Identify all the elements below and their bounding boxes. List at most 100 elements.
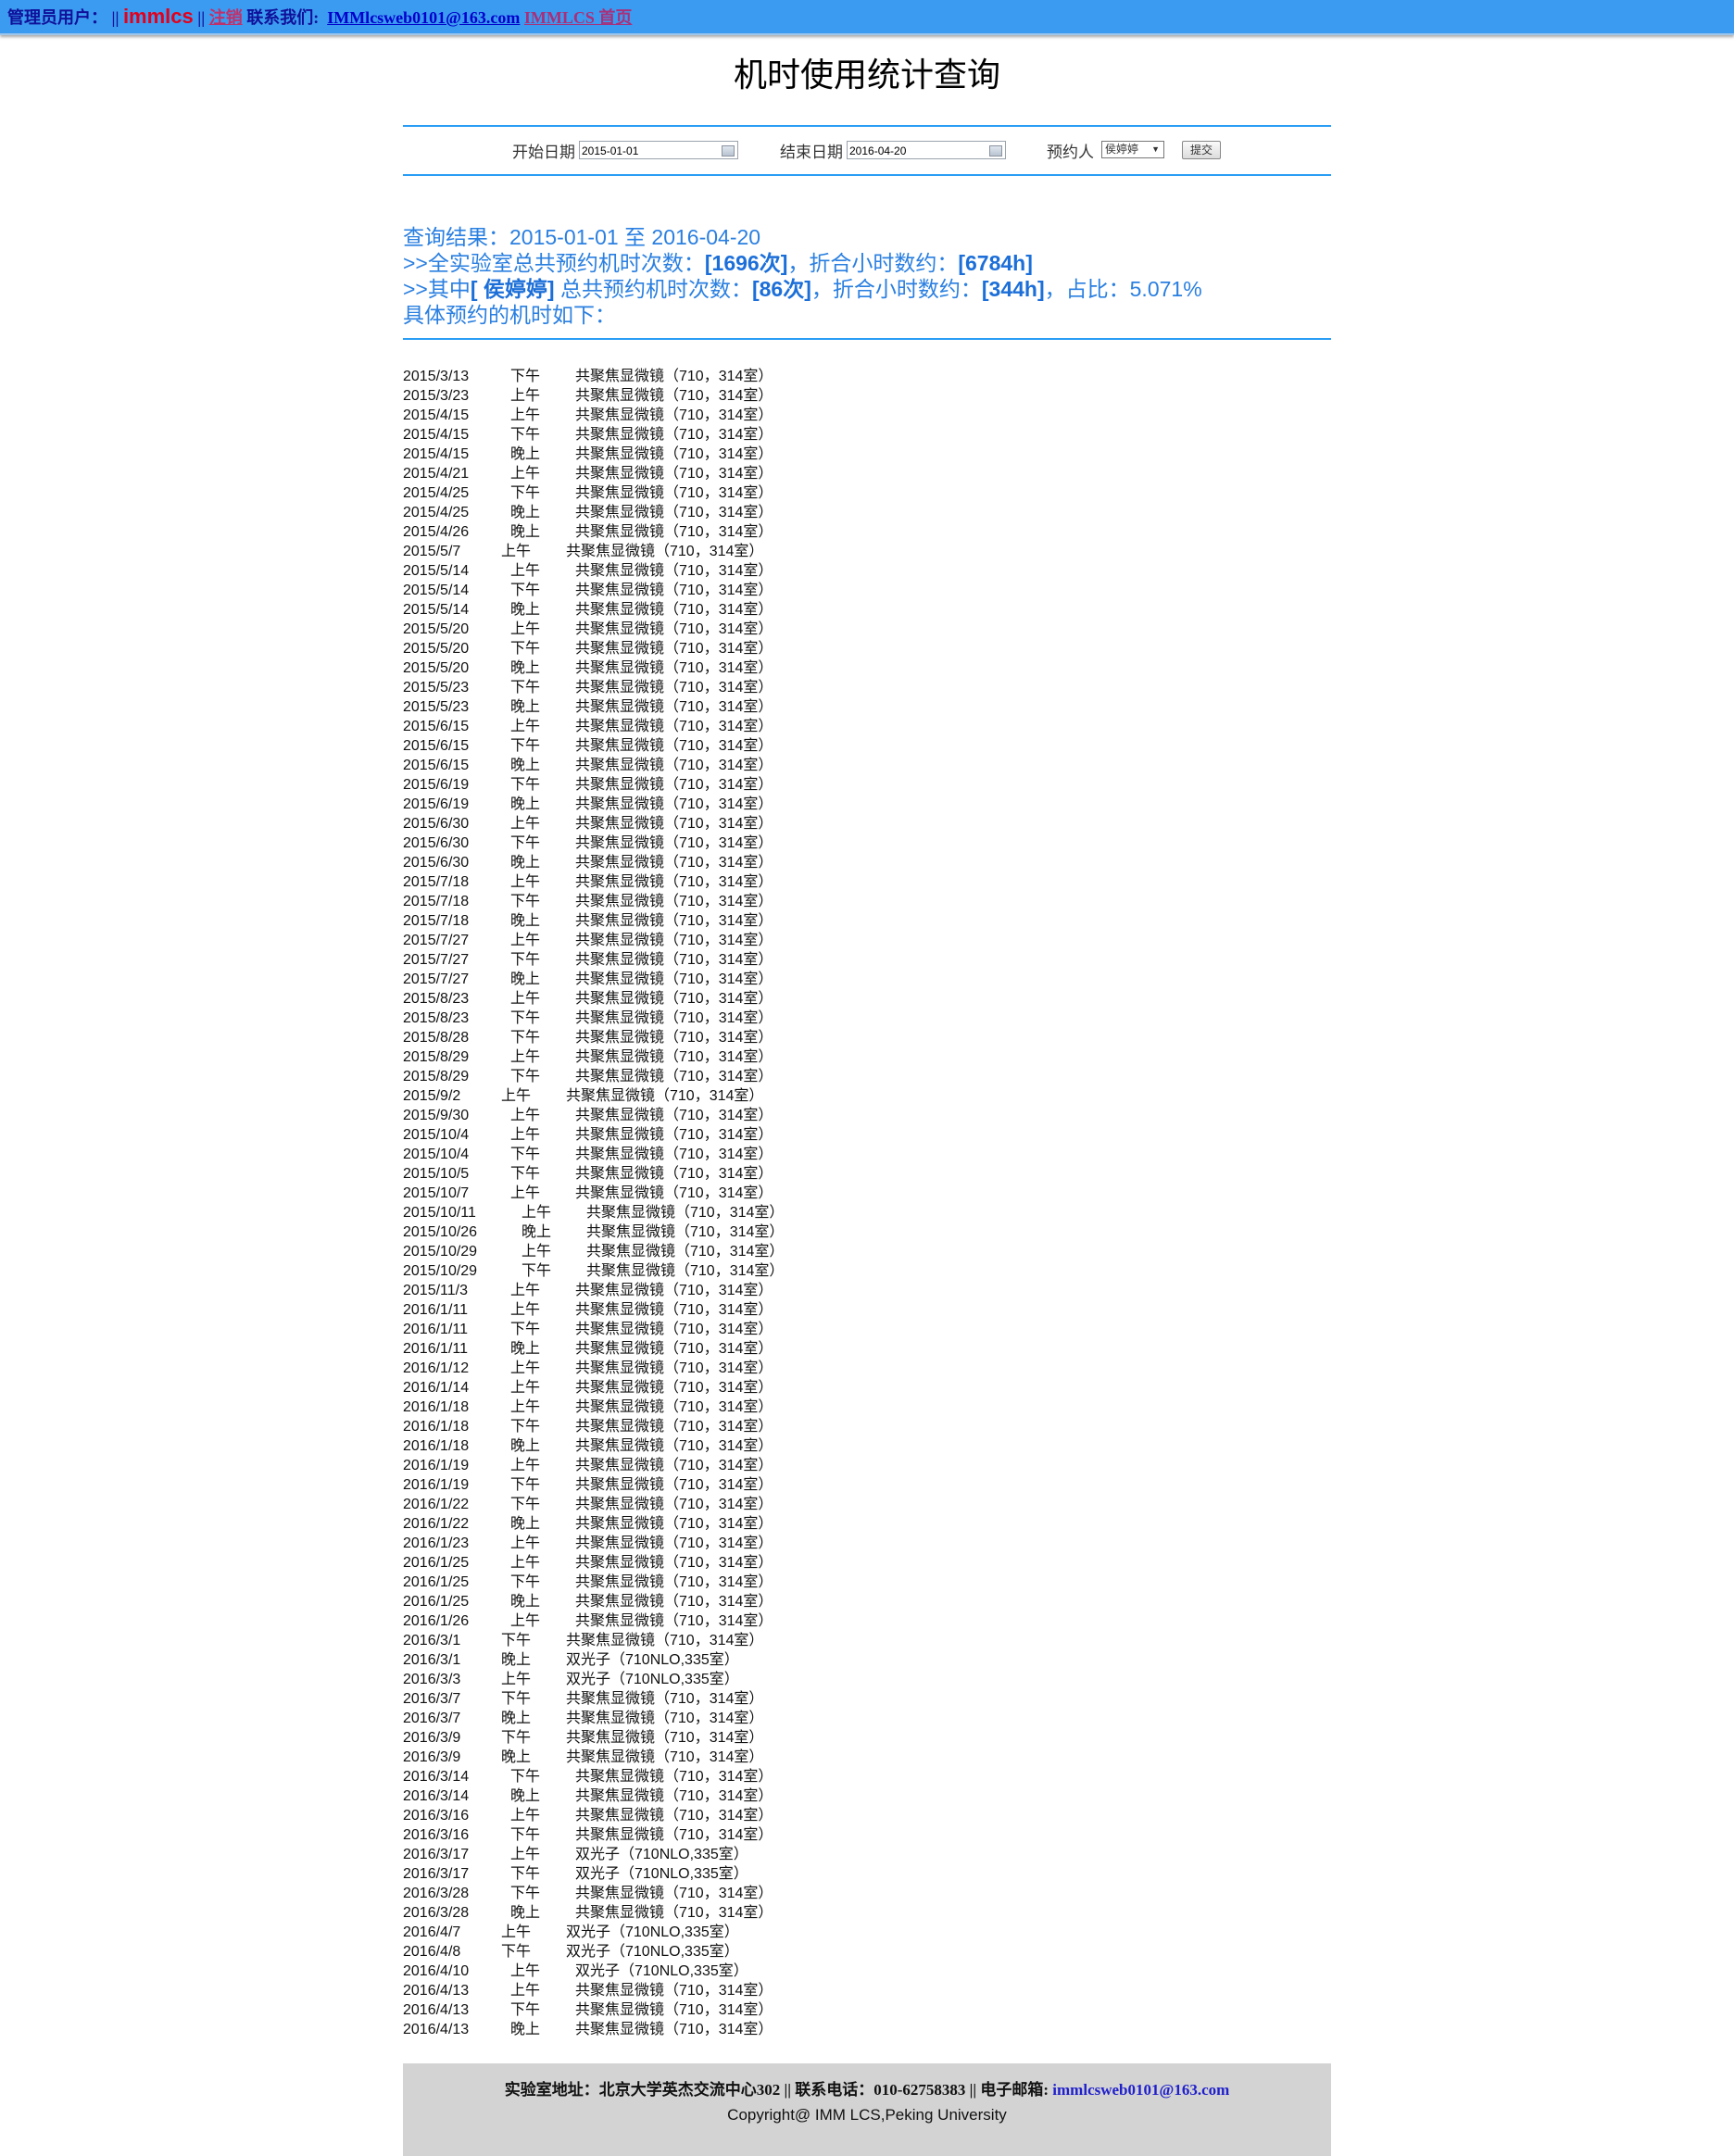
booking-instrument: 双光子（710NLO,335室） [566,1652,739,1668]
booking-date: 2016/3/9 [403,1749,461,1765]
booking-date: 2016/3/14 [403,1769,470,1785]
booker-select[interactable]: 侯婷婷 ▼ [1101,141,1164,158]
booking-date: 2015/8/29 [403,1049,470,1065]
booking-instrument: 共聚焦显微镜（710，314室） [575,1594,773,1610]
user-name: [ 侯婷婷] [470,277,555,301]
list-item: 2015/10/5 下午 共聚焦显微镜（710，314室） [403,1164,784,1184]
list-item: 2016/3/14 晚上 共聚焦显微镜（710，314室） [403,1786,784,1806]
list-item: 2015/6/19 下午 共聚焦显微镜（710，314室） [403,775,784,795]
booking-period: 下午 [510,680,541,696]
booking-date: 2016/1/23 [403,1536,470,1551]
booking-date: 2016/3/3 [403,1672,461,1687]
booking-date: 2015/6/15 [403,758,470,773]
booking-date: 2015/7/18 [403,874,470,890]
booking-period: 上午 [510,407,541,423]
booking-date: 2015/6/30 [403,855,470,871]
booking-instrument: 共聚焦显微镜（710，314室） [575,388,773,404]
list-item: 2015/11/3 上午 共聚焦显微镜（710，314室） [403,1281,784,1300]
list-item: 2015/7/27 上午 共聚焦显微镜（710，314室） [403,931,784,950]
booking-period: 上午 [510,1808,541,1824]
booking-date: 2016/1/11 [403,1322,468,1337]
booking-period: 下午 [510,427,541,443]
booking-period: 下午 [510,1030,541,1046]
logout-link[interactable]: 注销 [209,8,243,27]
start-date-input[interactable]: 2015-01-01 [579,141,738,159]
submit-button[interactable]: 提交 [1182,141,1221,159]
booking-instrument: 共聚焦显微镜（710，314室） [566,1730,764,1746]
contact-email-link[interactable]: IMMlcsweb0101@163.com [327,8,520,27]
booking-period: 上午 [510,1555,541,1571]
booking-period: 上午 [510,1613,541,1629]
booking-instrument: 共聚焦显微镜（710，314室） [575,1458,773,1473]
chevron-down-icon: ▼ [1151,144,1160,154]
booking-date: 2016/3/1 [403,1633,461,1648]
booking-date: 2015/10/11 [403,1205,476,1221]
end-date-input[interactable]: 2016-04-20 [847,141,1006,159]
booking-instrument: 共聚焦显微镜（710，314室） [575,1613,773,1629]
booking-period: 下午 [510,1866,541,1882]
summary-user: >>其中[ 侯婷婷] 总共预约机时次数：[86次]，折合小时数约：[344h]，… [403,277,1202,301]
list-item: 2016/1/12 上午 共聚焦显微镜（710，314室） [403,1359,784,1378]
booking-date: 2015/10/7 [403,1185,470,1201]
calendar-icon[interactable] [989,145,1002,157]
list-item: 2015/8/23 上午 共聚焦显微镜（710，314室） [403,989,784,1009]
booking-instrument: 共聚焦显微镜（710，314室） [575,1497,773,1512]
list-item: 2016/1/25 晚上 共聚焦显微镜（710，314室） [403,1592,784,1611]
booking-date: 2016/1/18 [403,1419,470,1435]
booking-date: 2015/7/27 [403,971,470,987]
booking-period: 晚上 [501,1711,532,1726]
list-item: 2015/10/4 上午 共聚焦显微镜（710，314室） [403,1125,784,1145]
booking-period: 上午 [510,621,541,637]
footer-email-link[interactable]: immlcsweb0101@163.com [1052,2081,1229,2099]
list-item: 2015/4/25 下午 共聚焦显微镜（710，314室） [403,483,784,503]
booking-date: 2015/9/30 [403,1108,470,1123]
booking-date: 2015/6/30 [403,816,470,832]
list-item: 2015/5/7 上午 共聚焦显微镜（710，314室） [403,542,784,561]
booking-instrument: 共聚焦显微镜（710，314室） [575,1438,773,1454]
booking-period: 晚上 [501,1652,532,1668]
booking-period: 下午 [510,1166,541,1182]
list-item: 2015/6/30 晚上 共聚焦显微镜（710，314室） [403,853,784,872]
booking-instrument: 双光子（710NLO,335室） [566,1944,739,1960]
booking-instrument: 共聚焦显微镜（710，314室） [575,641,773,657]
booking-instrument: 共聚焦显微镜（710，314室） [575,466,773,482]
list-item: 2015/4/15 下午 共聚焦显微镜（710，314室） [403,425,784,445]
list-item: 2016/3/1 下午 共聚焦显微镜（710，314室） [403,1631,784,1650]
home-link[interactable]: IMMLCS 首页 [524,8,633,27]
calendar-icon[interactable] [722,145,735,157]
separator: || [111,8,119,27]
booking-period: 上午 [510,1127,541,1143]
booking-date: 2015/6/15 [403,738,470,754]
booking-period: 下午 [510,835,541,851]
booking-date: 2016/1/18 [403,1438,470,1454]
booking-instrument: 共聚焦显微镜（710，314室） [575,1905,773,1921]
booking-instrument: 共聚焦显微镜（710，314室） [575,583,773,598]
booking-date: 2015/3/23 [403,388,470,404]
booking-instrument: 共聚焦显微镜（710，314室） [575,913,773,929]
booking-date: 2015/5/14 [403,602,470,618]
booking-period: 下午 [510,1322,541,1337]
booking-period: 上午 [510,1360,541,1376]
summary-detail-heading: 具体预约的机时如下： [403,303,616,327]
query-form: 开始日期 2015-01-01 结束日期 2016-04-20 预约人 侯婷婷 … [403,135,1331,163]
booking-instrument: 共聚焦显微镜（710，314室） [575,407,773,423]
booking-date: 2016/3/16 [403,1808,470,1824]
booking-period: 上午 [510,1458,541,1473]
booking-period: 下午 [501,1944,532,1960]
booking-instrument: 共聚焦显微镜（710，314室） [566,1633,764,1648]
booker-selected-value: 侯婷婷 [1105,143,1139,156]
booking-instrument: 共聚焦显微镜（710，314室） [575,971,773,987]
booking-date: 2015/8/23 [403,991,470,1007]
booking-date: 2016/1/19 [403,1458,470,1473]
booking-instrument: 共聚焦显微镜（710，314室） [575,2022,773,2037]
booking-instrument: 共聚焦显微镜（710，314室） [575,621,773,637]
booking-date: 2016/1/25 [403,1555,470,1571]
list-item: 2015/10/29 下午 共聚焦显微镜（710，314室） [403,1261,784,1281]
booking-period: 上午 [521,1205,552,1221]
booking-instrument: 双光子（710NLO,335室） [566,1672,739,1687]
booking-period: 下午 [510,583,541,598]
footer-copyright: Copyright@ IMM LCS,Peking University [727,2106,1007,2124]
booking-period: 下午 [510,1147,541,1162]
booking-period: 下午 [510,894,541,909]
list-item: 2015/3/13 下午 共聚焦显微镜（710，314室） [403,367,784,386]
